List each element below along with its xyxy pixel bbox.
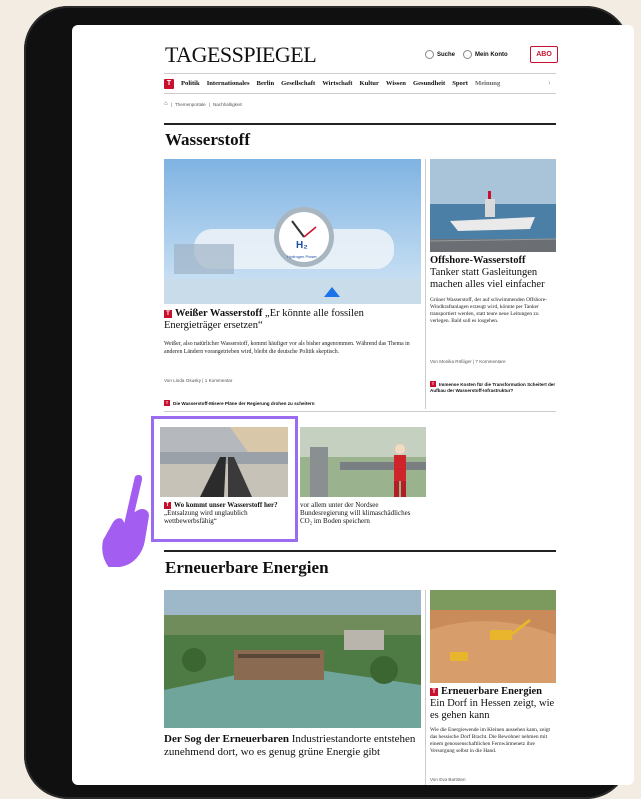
side-related-link[interactable]: T Immense Kosten für die Transformation S… bbox=[430, 381, 558, 394]
nav-item-sport[interactable]: Sport bbox=[452, 80, 468, 87]
main-article-teaser: Weißer, also natürlicher Wasserstoff, ko… bbox=[164, 341, 410, 355]
hydrogen-power-label: Hydrogen Power bbox=[287, 254, 317, 259]
section-title-wasserstoff[interactable]: Wasserstoff bbox=[165, 130, 250, 150]
tanker-image[interactable] bbox=[430, 159, 556, 252]
main-article-2-kicker: Der Sog der Erneuerbaren bbox=[164, 733, 289, 745]
side-article-kicker: Offshore-Wasserstoff bbox=[430, 255, 526, 266]
abo-button[interactable]: ABO bbox=[530, 46, 558, 63]
tagesspiegel-logo[interactable]: TAGESSPIEGEL bbox=[165, 42, 317, 68]
side-article-2-author[interactable]: Von Eva Bartsten bbox=[430, 777, 466, 782]
main-related-link[interactable]: T Die Wasserstoff-Misere Pläne der Regier… bbox=[164, 400, 315, 406]
row-divider bbox=[164, 411, 556, 412]
side-article-2-headline[interactable]: T Erneuerbare Energien Ein Dorf in Hessen… bbox=[430, 686, 558, 722]
pointer-hand-icon bbox=[100, 472, 152, 569]
tagesspiegel-plus-icon: T bbox=[164, 400, 170, 406]
tagesspiegel-plus-icon: T bbox=[430, 381, 436, 387]
side-article-2-teaser: Wie die Energiewende im Kleinen aussehen… bbox=[430, 727, 551, 754]
breadcrumb: ⌂ | Themenportale | Nachhaltigkeit bbox=[164, 101, 242, 107]
nav-scroll-right-icon[interactable]: › bbox=[548, 78, 551, 87]
nav-top-divider bbox=[164, 73, 556, 74]
side-article-teaser: Grüner Wasserstoff, der auf schwimmenden… bbox=[430, 297, 547, 324]
industry-aerial-image[interactable] bbox=[164, 590, 421, 728]
tablet-frame: TAGESSPIEGEL Suche Mein Konto ABO T Poli… bbox=[24, 6, 634, 799]
tagesspiegel-plus-icon: T bbox=[164, 310, 172, 318]
side-related-text: Immense Kosten für die Transformation Sc… bbox=[430, 382, 556, 393]
small-article-2-headline[interactable]: vor allem unter der Nordsee Bundesregier… bbox=[300, 501, 424, 525]
nav-item-gesundheit[interactable]: Gesundheit bbox=[413, 80, 445, 87]
tagesspiegel-badge-icon[interactable]: T bbox=[164, 78, 174, 89]
nav-bottom-divider bbox=[164, 93, 556, 94]
main-article-headline[interactable]: T Weißer Wasserstoff „Er könnte alle foss… bbox=[164, 308, 421, 332]
browser-screen: TAGESSPIEGEL Suche Mein Konto ABO T Poli… bbox=[72, 25, 634, 785]
side-article-title: Tanker statt Gasleitungen machen alles v… bbox=[430, 267, 545, 290]
account-button[interactable]: Mein Konto bbox=[463, 50, 508, 59]
section-divider bbox=[164, 123, 556, 125]
main-article-2-headline[interactable]: Der Sog der Erneuerbaren Industriestando… bbox=[164, 733, 421, 759]
side-article-2-title: Ein Dorf in Hessen zeigt, wie es gehen k… bbox=[430, 698, 555, 721]
breadcrumb-item[interactable]: Themenportale bbox=[175, 102, 206, 107]
column-divider bbox=[425, 590, 426, 785]
section-title-erneuerbare[interactable]: Erneuerbare Energien bbox=[165, 558, 329, 578]
nav-item-wissen[interactable]: Wissen bbox=[386, 80, 406, 87]
main-related-text: Die Wasserstoff-Misere Pläne der Regieru… bbox=[173, 401, 315, 406]
main-article-author[interactable]: Von Linda Osusky bbox=[164, 378, 201, 383]
search-icon bbox=[425, 50, 434, 59]
nav-item-wirtschaft[interactable]: Wirtschaft bbox=[322, 80, 352, 87]
side-article-author[interactable]: Von Monika Rößiger bbox=[430, 359, 472, 364]
side-article-headline[interactable]: Offshore-Wasserstoff Tanker statt Gaslei… bbox=[430, 255, 558, 291]
user-icon bbox=[463, 50, 472, 59]
nav-item-kultur[interactable]: Kultur bbox=[359, 80, 378, 87]
search-label: Suche bbox=[437, 51, 456, 58]
search-button[interactable]: Suche bbox=[425, 50, 455, 59]
nav-item-internationales[interactable]: Internationales bbox=[207, 80, 250, 87]
main-article-comments[interactable]: 1 Kommentar bbox=[205, 378, 233, 383]
nav-item-politik[interactable]: Politik bbox=[181, 80, 200, 87]
side-article-comments[interactable]: 7 Kommentare bbox=[475, 359, 505, 364]
home-icon[interactable]: ⌂ bbox=[164, 101, 168, 107]
nav-item-gesellschaft[interactable]: Gesellschaft bbox=[281, 80, 315, 87]
h2-symbol: H₂ bbox=[296, 240, 308, 251]
main-article-kicker: Weißer Wasserstoff bbox=[175, 308, 263, 319]
hydrogen-image[interactable]: H₂ Hydrogen Power bbox=[164, 159, 421, 304]
main-navigation: T Politik Internationales Berlin Gesells… bbox=[164, 75, 556, 92]
breadcrumb-item[interactable]: Nachhaltigkeit bbox=[213, 102, 242, 107]
account-label: Mein Konto bbox=[475, 51, 508, 58]
pipeline-worker-image[interactable] bbox=[300, 427, 426, 497]
nav-item-berlin[interactable]: Berlin bbox=[257, 80, 275, 87]
highlight-box bbox=[151, 416, 298, 542]
side-article-2-kicker: Erneuerbare Energien bbox=[441, 686, 543, 697]
nav-item-meinung[interactable]: Meinung bbox=[475, 80, 500, 87]
construction-site-image[interactable] bbox=[430, 590, 556, 683]
main-article-meta: Von Linda Osusky | 1 Kommentar bbox=[164, 378, 233, 383]
section-divider bbox=[164, 550, 556, 552]
tagesspiegel-plus-icon: T bbox=[430, 688, 438, 696]
side-article-meta: Von Monika Rößiger | 7 Kommentare bbox=[430, 359, 506, 364]
column-divider bbox=[425, 159, 426, 409]
